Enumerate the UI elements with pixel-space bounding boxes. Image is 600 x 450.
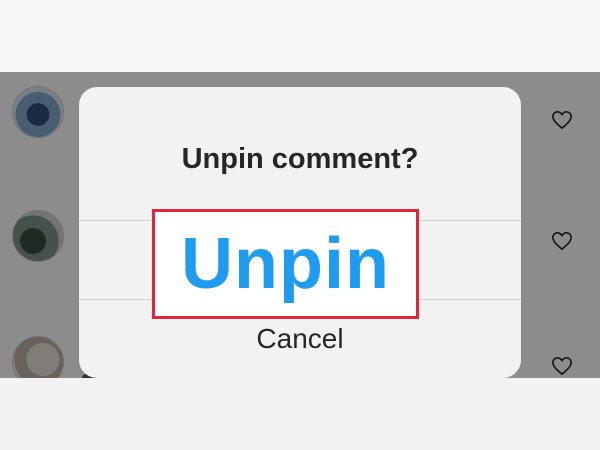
screen: Unpin comment? Cancel Unpin (0, 0, 600, 450)
unpin-button-label: Unpin (181, 224, 390, 304)
dialog-title: Unpin comment? (181, 143, 419, 175)
unpin-button[interactable]: Unpin (152, 209, 419, 319)
bottom-band (0, 378, 600, 450)
top-band (0, 0, 600, 72)
